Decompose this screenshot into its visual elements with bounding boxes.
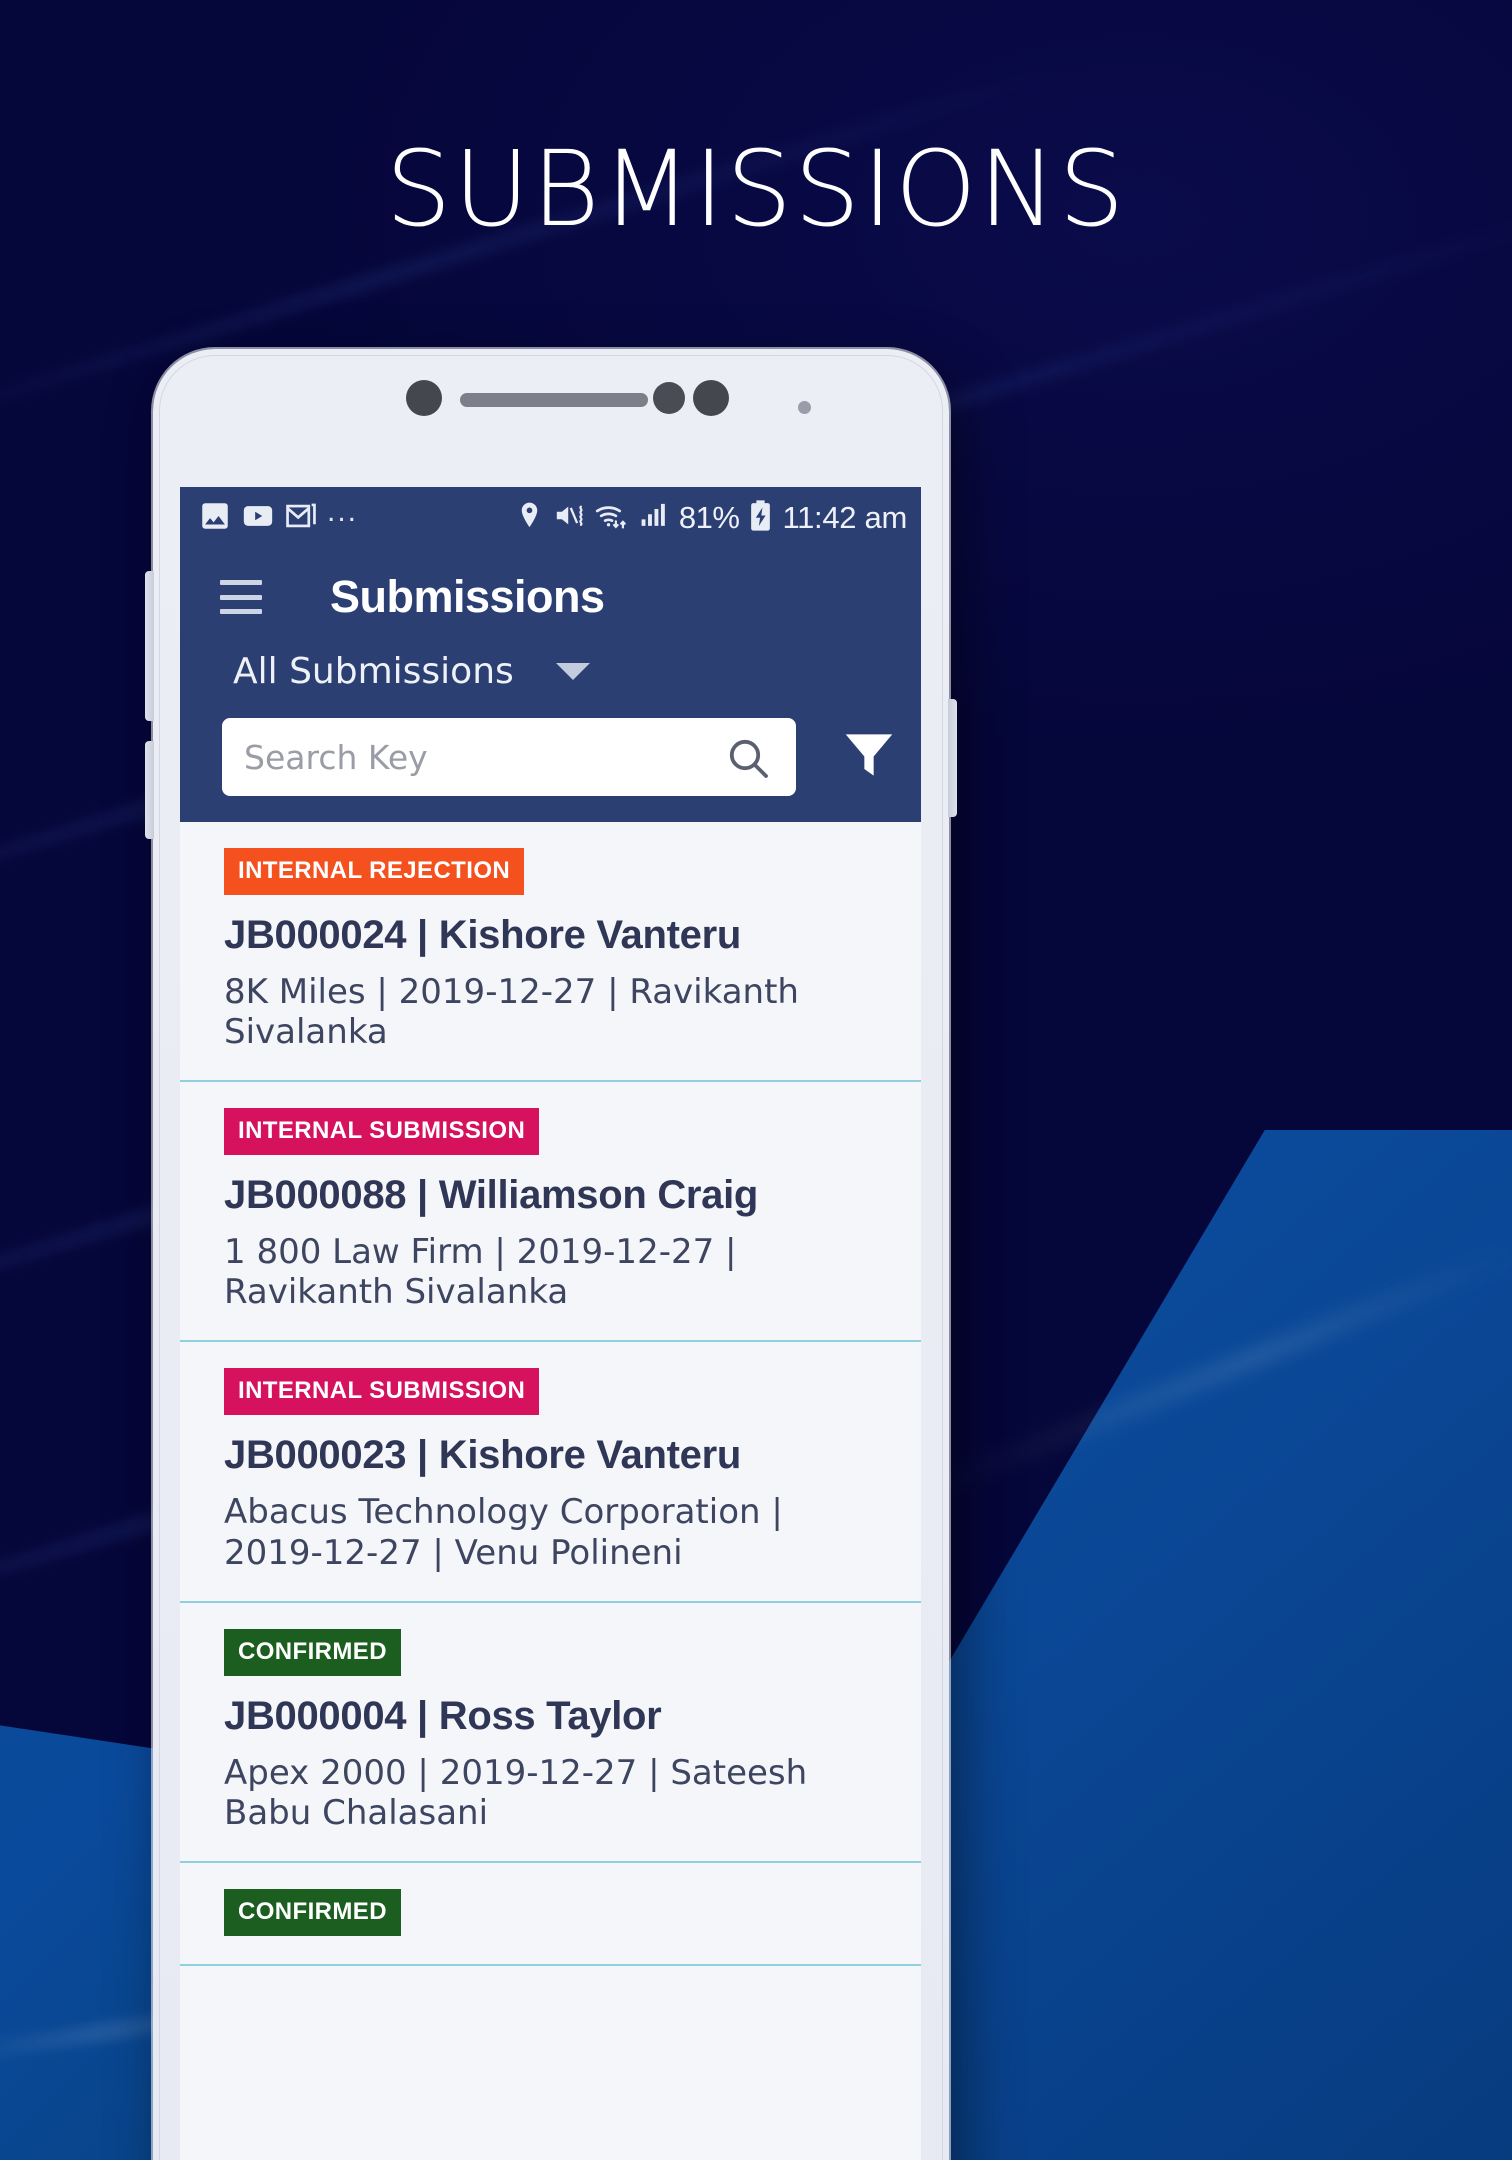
wifi-icon [594, 500, 630, 536]
submission-title: JB000004 | Ross Taylor [224, 1693, 662, 1738]
status-badge: INTERNAL REJECTION [224, 848, 525, 895]
promo-title: SUBMISSIONS [385, 128, 1127, 250]
submission-card[interactable]: CONFIRMED [180, 1862, 921, 1966]
submission-card[interactable]: INTERNAL SUBMISSION JB000023 | Kishore V… [180, 1342, 921, 1603]
app-bar: Submissions All Submissions [180, 549, 921, 822]
submission-type-dropdown-label: All Submissions [233, 651, 514, 692]
phone-mockup: ... 81% 11:42 am Submissions All Submiss… [145, 349, 957, 2160]
page-title: Submissions [330, 571, 605, 622]
location-icon [514, 500, 545, 536]
submission-list: INTERNAL REJECTION JB000024 | Kishore Va… [180, 822, 921, 1966]
submission-card[interactable]: INTERNAL SUBMISSION JB000088 | Williamso… [180, 1082, 921, 1343]
search-icon[interactable] [724, 734, 772, 787]
overflow-dots-icon: ... [327, 495, 359, 528]
phone-volume-up-button [145, 571, 154, 721]
submission-title: JB000023 | Kishore Vanteru [224, 1433, 741, 1478]
promo-background: SUBMISSIONS ... 81% 11:42 am Submissions… [0, 0, 1512, 2160]
status-badge: INTERNAL SUBMISSION [224, 1368, 540, 1416]
status-badge: INTERNAL SUBMISSION [224, 1108, 540, 1156]
status-badge: CONFIRMED [224, 1628, 401, 1676]
signal-icon [638, 500, 671, 536]
funnel-filter-icon[interactable] [838, 724, 900, 791]
submission-title: JB000088 | Williamson Craig [224, 1173, 759, 1218]
front-camera-icon [406, 380, 442, 416]
mute-vibrate-icon [553, 500, 586, 536]
submission-type-dropdown[interactable]: All Submissions [180, 629, 921, 692]
phone-power-button [948, 699, 957, 817]
hamburger-menu-icon[interactable] [220, 580, 262, 614]
status-bar-system-icons: 81% 11:42 am [514, 499, 907, 537]
ambient-light-sensor [693, 380, 729, 416]
earpiece-speaker [460, 393, 648, 407]
search-input[interactable] [222, 718, 796, 796]
submission-meta: 8K Miles | 2019-12-27 | Ravikanth Sivala… [224, 972, 799, 1053]
phone-volume-down-button [145, 741, 154, 839]
submission-card[interactable]: CONFIRMED JB000004 | Ross Taylor Apex 20… [180, 1602, 921, 1863]
battery-charging-icon [747, 499, 774, 537]
mail-icon [284, 499, 318, 538]
decorative-blue-streak-right [921, 1240, 1512, 1502]
status-badge: CONFIRMED [224, 1888, 401, 1936]
submission-meta: Abacus Technology Corporation | 2019-12-… [224, 1492, 783, 1573]
notification-led [798, 401, 811, 414]
app-bar-top-row: Submissions [180, 549, 921, 629]
status-bar-clock: 11:42 am [782, 500, 907, 535]
youtube-icon [241, 499, 275, 538]
battery-percent-label: 81% [678, 500, 740, 535]
proximity-sensor [653, 382, 685, 414]
status-bar: ... 81% 11:42 am [180, 487, 921, 549]
image-icon [198, 499, 232, 538]
search-row [180, 692, 921, 796]
submission-meta: Apex 2000 | 2019-12-27 | Sateesh Babu Ch… [224, 1752, 808, 1833]
chevron-down-icon [555, 663, 590, 680]
submission-meta: 1 800 Law Firm | 2019-12-27 | Ravikanth … [224, 1232, 737, 1313]
submission-card[interactable]: INTERNAL REJECTION JB000024 | Kishore Va… [180, 822, 921, 1083]
search-box[interactable] [222, 718, 796, 796]
submission-title: JB000024 | Kishore Vanteru [224, 913, 741, 957]
status-bar-notifications: ... [198, 495, 359, 538]
phone-screen: ... 81% 11:42 am Submissions All Submiss… [180, 487, 921, 2160]
